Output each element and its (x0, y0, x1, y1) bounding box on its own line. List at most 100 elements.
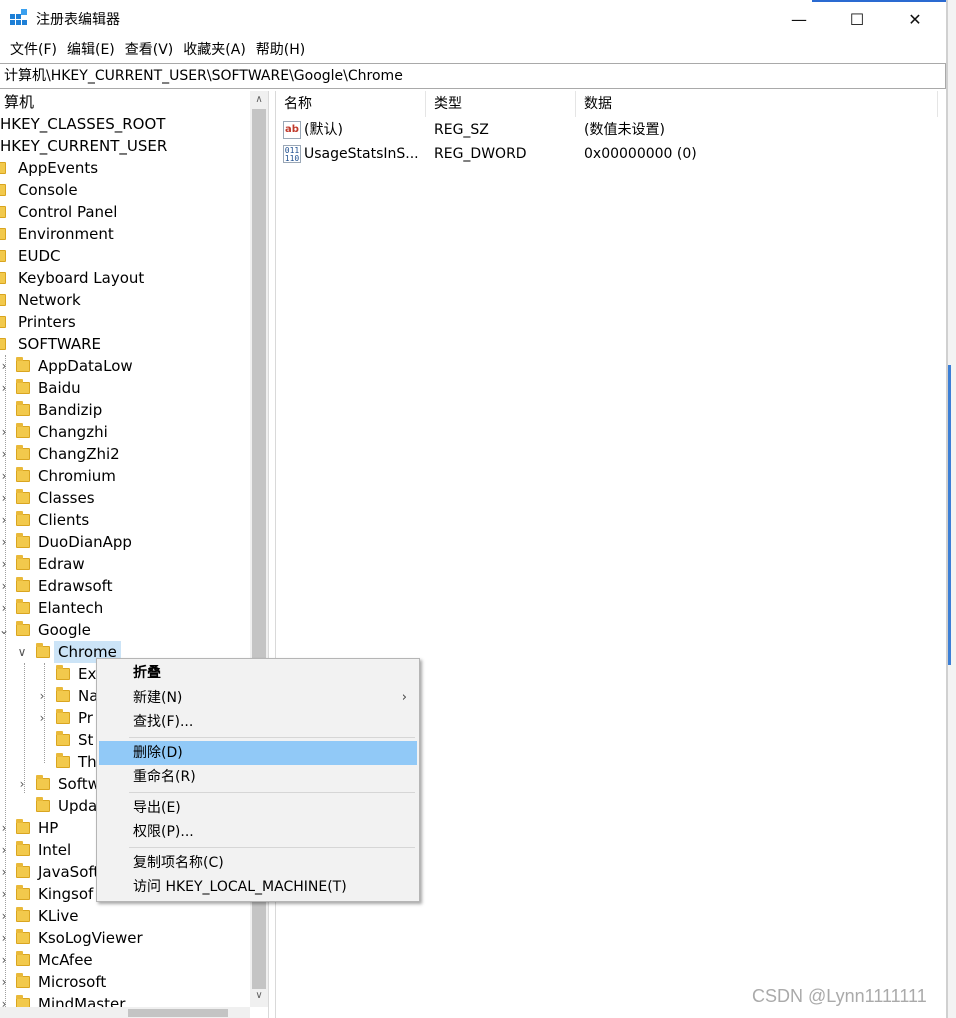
folder-icon (16, 907, 30, 922)
chevron-right-icon[interactable]: › (36, 685, 48, 707)
menu-help[interactable]: 帮助(H) (252, 38, 309, 62)
folder-icon (16, 401, 30, 416)
minimize-button[interactable]: — (770, 0, 828, 38)
menu-bar: 文件(F) 编辑(E) 查看(V) 收藏夹(A) 帮助(H) (0, 38, 948, 62)
scroll-up-arrow-icon[interactable]: ∧ (250, 91, 268, 109)
chevron-right-icon[interactable]: › (16, 773, 28, 795)
folder-icon (0, 184, 6, 196)
menu-item-goto-hklm[interactable]: 访问 HKEY_LOCAL_MACHINE(T) (99, 875, 417, 899)
folder-icon (16, 819, 30, 834)
folder-icon (56, 731, 70, 746)
chevron-right-icon[interactable]: › (0, 487, 10, 509)
folder-icon (36, 797, 50, 812)
chevron-right-icon[interactable]: › (0, 421, 10, 443)
value-data: 0x00000000 (0) (584, 146, 697, 162)
folder-icon (0, 162, 6, 174)
menu-item-new[interactable]: 新建(N) › (99, 686, 417, 710)
table-row[interactable]: 011 110 UsageStatsInS... REG_DWORD 0x0000… (276, 142, 946, 166)
chevron-right-icon[interactable]: › (0, 509, 10, 531)
list-header: 名称 类型 数据 (276, 91, 946, 117)
menu-item-export[interactable]: 导出(E) (99, 796, 417, 820)
chevron-right-icon[interactable]: › (0, 861, 10, 883)
menu-file[interactable]: 文件(F) (6, 38, 61, 62)
chevron-right-icon[interactable]: › (0, 377, 10, 399)
folder-icon (16, 929, 30, 944)
menu-view[interactable]: 查看(V) (121, 38, 178, 62)
chevron-right-icon[interactable]: › (0, 993, 10, 1007)
menu-item-copy-key-name[interactable]: 复制项名称(C) (99, 851, 417, 875)
chevron-down-icon[interactable]: ⌄ (0, 619, 10, 641)
chevron-right-icon[interactable]: › (0, 927, 10, 949)
value-data: (数值未设置) (584, 122, 665, 138)
chevron-right-icon[interactable]: › (0, 465, 10, 487)
folder-icon (16, 621, 30, 636)
column-header-type[interactable]: 类型 (426, 91, 576, 117)
menu-item-delete[interactable]: 删除(D) (99, 741, 417, 765)
value-name: UsageStatsInS... (304, 146, 419, 162)
folder-icon (16, 995, 30, 1007)
chevron-right-icon[interactable]: › (0, 971, 10, 993)
folder-icon (16, 533, 30, 548)
menu-edit[interactable]: 编辑(E) (63, 38, 119, 62)
menu-item-find[interactable]: 查找(F)... (99, 710, 417, 734)
chevron-right-icon[interactable]: › (0, 531, 10, 553)
folder-icon (16, 599, 30, 614)
folder-icon (16, 577, 30, 592)
folder-icon (0, 294, 6, 306)
folder-icon (56, 665, 70, 680)
folder-icon (0, 250, 6, 262)
column-header-name[interactable]: 名称 (276, 91, 426, 117)
chevron-down-icon[interactable]: ∨ (16, 641, 28, 663)
scrollbar-thumb[interactable] (128, 1009, 228, 1017)
value-name: (默认) (304, 122, 343, 138)
dword-value-icon: 011 110 (283, 145, 301, 163)
tree-horizontal-scrollbar[interactable] (0, 1007, 250, 1018)
window-title: 注册表编辑器 (36, 12, 120, 28)
folder-icon (16, 973, 30, 988)
folder-icon (56, 753, 70, 768)
folder-icon (16, 885, 30, 900)
folder-icon (56, 687, 70, 702)
menu-item-rename[interactable]: 重命名(R) (99, 765, 417, 789)
maximize-button[interactable]: ☐ (828, 0, 886, 38)
chevron-right-icon[interactable]: › (0, 443, 10, 465)
watermark: CSDN @Lynn1111111 (752, 986, 927, 1006)
chevron-right-icon[interactable]: › (0, 905, 10, 927)
chevron-right-icon[interactable]: › (0, 597, 10, 619)
menu-item-collapse[interactable]: 折叠 (99, 661, 417, 685)
folder-icon (0, 338, 6, 350)
chevron-right-icon[interactable]: › (0, 839, 10, 861)
folder-icon (16, 467, 30, 482)
column-header-data[interactable]: 数据 (576, 91, 938, 117)
chevron-right-icon[interactable]: › (0, 553, 10, 575)
close-button[interactable]: ✕ (886, 0, 944, 38)
menu-item-permissions[interactable]: 权限(P)... (99, 820, 417, 844)
table-row[interactable]: ab (默认) REG_SZ (数值未设置) (276, 118, 946, 142)
folder-icon (16, 357, 30, 372)
address-bar[interactable]: 计算机\HKEY_CURRENT_USER\SOFTWARE\Google\Ch… (0, 63, 946, 89)
value-type: REG_DWORD (434, 146, 527, 162)
background-accent (948, 365, 951, 665)
folder-icon (16, 489, 30, 504)
menu-separator (129, 792, 415, 793)
menu-separator (129, 847, 415, 848)
chevron-right-icon[interactable]: › (0, 575, 10, 597)
chevron-right-icon[interactable]: › (36, 707, 48, 729)
value-type: REG_SZ (434, 122, 489, 138)
regedit-app-icon (10, 9, 27, 25)
chevron-right-icon[interactable]: › (0, 355, 10, 377)
folder-icon (16, 555, 30, 570)
folder-icon (0, 272, 6, 284)
chevron-right-icon[interactable]: › (0, 883, 10, 905)
chevron-right-icon[interactable]: › (0, 817, 10, 839)
context-menu: 折叠 新建(N) › 查找(F)... 删除(D) 重命名(R) 导出(E) 权限… (96, 658, 420, 902)
folder-icon (16, 863, 30, 878)
folder-icon (16, 841, 30, 856)
menu-favorites[interactable]: 收藏夹(A) (179, 38, 250, 62)
folder-icon (16, 379, 30, 394)
folder-icon (0, 206, 6, 218)
string-value-icon: ab (283, 121, 301, 139)
scroll-down-arrow-icon[interactable]: ∨ (250, 987, 268, 1005)
chevron-right-icon[interactable]: › (0, 949, 10, 971)
folder-icon (36, 775, 50, 790)
